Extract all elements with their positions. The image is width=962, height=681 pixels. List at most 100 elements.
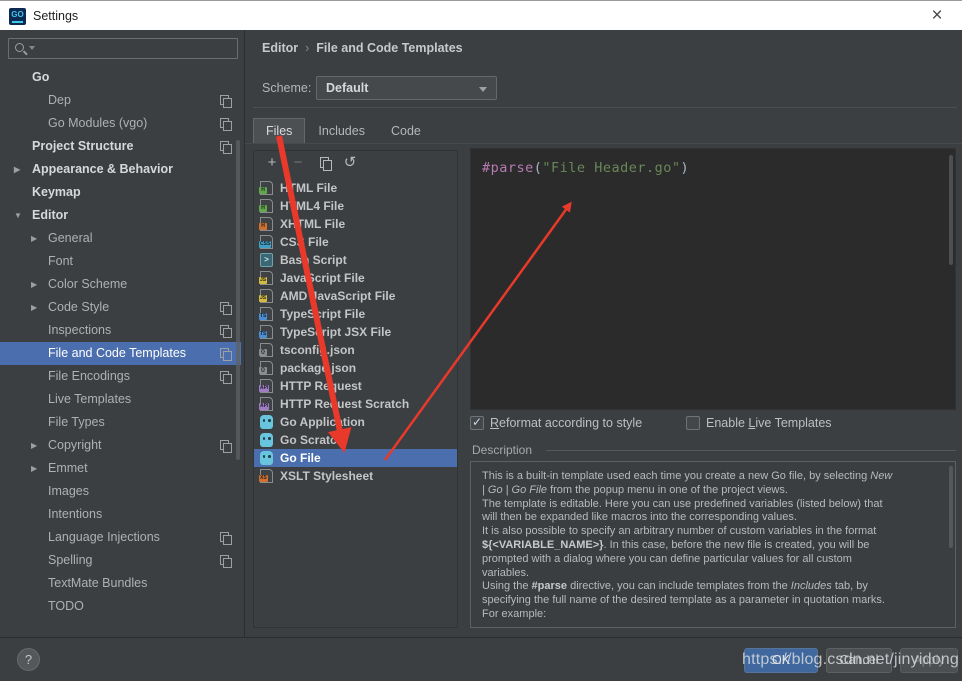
template-item-go-scratch[interactable]: Go Scratch (254, 431, 457, 449)
chevron-right-icon[interactable]: ▶ (31, 457, 37, 480)
settings-sidebar: GoDepGo Modules (vgo)Project Structure▶A… (0, 30, 245, 637)
main-panel: Editor›File and Code Templates Scheme: D… (245, 30, 962, 637)
sidebar-item-project-structure[interactable]: Project Structure (0, 135, 241, 158)
sidebar-item-code-style[interactable]: ▶Code Style (0, 296, 241, 319)
template-item-label: HTML File (280, 179, 337, 197)
sidebar-item-label: Color Scheme (48, 273, 127, 296)
breadcrumb-separator: › (298, 41, 316, 55)
template-item-go-application[interactable]: Go Application (254, 413, 457, 431)
sidebar-item-label: File Types (48, 411, 105, 434)
chevron-right-icon[interactable]: ▶ (31, 227, 37, 250)
breadcrumb-editor[interactable]: Editor (262, 41, 298, 55)
sidebar-item-font[interactable]: Font (0, 250, 241, 273)
chevron-right-icon[interactable]: ▶ (31, 273, 37, 296)
template-item-css-file[interactable]: CSSCSS File (254, 233, 457, 251)
sidebar-item-color-scheme[interactable]: ▶ Color Scheme (0, 273, 241, 296)
file-type-icon: JS (260, 289, 273, 303)
file-type-badge: TS (259, 313, 267, 320)
sidebar-item-appearance-behavior[interactable]: ▶Appearance & Behavior (0, 158, 241, 181)
file-type-badge: {} (259, 349, 267, 356)
separator (253, 107, 957, 108)
sidebar-item-go-modules-vgo-[interactable]: Go Modules (vgo) (0, 112, 241, 135)
chevron-right-icon[interactable]: ▶ (31, 434, 37, 457)
chevron-right-icon[interactable]: ▶ (31, 296, 37, 319)
template-item-label: HTML4 File (280, 197, 344, 215)
template-item-http-request-scratch[interactable]: APIHTTP Request Scratch (254, 395, 457, 413)
sidebar-item-spelling[interactable]: Spelling (0, 549, 241, 572)
sidebar-item-keymap[interactable]: Keymap (0, 181, 241, 204)
copy-template-icon[interactable] (320, 157, 331, 169)
chevron-down-icon[interactable]: ▼ (14, 204, 22, 227)
watermark-text: https://blog.csdn.net/jinyidong (742, 651, 959, 669)
sidebar-item-label: Editor (32, 204, 68, 227)
close-icon[interactable]: × (924, 3, 950, 29)
sidebar-item-go[interactable]: Go (0, 66, 241, 89)
sidebar-item-intentions[interactable]: Intentions (0, 503, 241, 526)
shared-settings-icon (220, 141, 231, 153)
template-item-package-json[interactable]: {}package.json (254, 359, 457, 377)
remove-template-icon[interactable]: − (288, 151, 308, 175)
template-item-xslt-stylesheet[interactable]: XSXSLT Stylesheet (254, 467, 457, 485)
sidebar-item-file-and-code-templates[interactable]: File and Code Templates (0, 342, 241, 365)
template-item-label: HTTP Request Scratch (280, 395, 409, 413)
description-line: This is a built-in template used each ti… (482, 470, 938, 484)
template-tabs: FilesIncludesCode (253, 118, 434, 143)
description-title: Description (472, 443, 532, 457)
sidebar-item-live-templates[interactable]: Live Templates (0, 388, 241, 411)
description-line: will then be expanded like macros into t… (482, 511, 938, 525)
add-template-icon[interactable]: + (262, 151, 282, 175)
template-item-javascript-file[interactable]: JSJavaScript File (254, 269, 457, 287)
sidebar-item-label: Live Templates (48, 388, 131, 411)
template-item-xhtml-file[interactable]: HXHTML File (254, 215, 457, 233)
window-title: Settings (33, 9, 78, 23)
description-line: It is also possible to specify an arbitr… (482, 525, 938, 539)
template-editor[interactable]: #parse("File Header.go") (470, 148, 956, 410)
template-item-label: tsconfig.json (280, 341, 355, 359)
checkbox-unchecked-icon[interactable] (686, 416, 700, 430)
settings-tree: GoDepGo Modules (vgo)Project Structure▶A… (0, 66, 241, 637)
template-item-html-file[interactable]: HHTML File (254, 179, 457, 197)
sidebar-item-general[interactable]: ▶General (0, 227, 241, 250)
template-item-label: Bash Script (280, 251, 347, 269)
sidebar-item-emmet[interactable]: ▶Emmet (0, 457, 241, 480)
template-item-typescript-file[interactable]: TSTypeScript File (254, 305, 457, 323)
chevron-right-icon[interactable]: ▶ (14, 158, 20, 181)
sidebar-item-inspections[interactable]: Inspections (0, 319, 241, 342)
tab-code[interactable]: Code (378, 118, 434, 143)
sidebar-item-dep[interactable]: Dep (0, 89, 241, 112)
template-item-label: AMD JavaScript File (280, 287, 395, 305)
template-item-tsconfig-json[interactable]: {} tsconfig.json (254, 341, 457, 359)
template-item-html4-file[interactable]: HHTML4 File (254, 197, 457, 215)
sidebar-item-copyright[interactable]: ▶Copyright (0, 434, 241, 457)
description-line: ${<VARIABLE_NAME>}. In this case, before… (482, 539, 938, 553)
reset-template-icon[interactable]: ↺ (340, 151, 360, 175)
template-item-go-file[interactable]: Go File (254, 449, 457, 467)
editor-scrollbar[interactable] (949, 155, 953, 265)
sidebar-item-file-types[interactable]: File Types (0, 411, 241, 434)
tab-files[interactable]: Files (253, 118, 305, 143)
sidebar-item-images[interactable]: Images (0, 480, 241, 503)
scheme-dropdown[interactable]: Default (316, 76, 497, 100)
checkbox-checked-icon[interactable] (470, 416, 484, 430)
template-list-panel: +−↺ HHTML FileHHTML4 FileHXHTML FileCSSC… (253, 150, 458, 628)
sidebar-item-textmate-bundles[interactable]: TextMate Bundles (0, 572, 241, 595)
template-code: #parse("File Header.go") (482, 160, 689, 176)
description-scrollbar[interactable] (949, 466, 953, 548)
sidebar-item-file-encodings[interactable]: File Encodings (0, 365, 241, 388)
template-item-typescript-jsx-file[interactable]: TSTypeScript JSX File (254, 323, 457, 341)
sidebar-item-todo[interactable]: TODO (0, 595, 241, 618)
help-button[interactable]: ? (17, 648, 40, 671)
sidebar-item-editor[interactable]: ▼ Editor (0, 204, 241, 227)
sidebar-item-language-injections[interactable]: Language Injections (0, 526, 241, 549)
search-input[interactable] (8, 38, 238, 59)
template-item-label: XHTML File (280, 215, 345, 233)
file-type-icon: CSS (260, 235, 273, 249)
template-item-http-request[interactable]: APIHTTP Request (254, 377, 457, 395)
file-type-icon: TS (260, 307, 273, 321)
sidebar-scrollbar[interactable] (236, 140, 240, 460)
sidebar-item-label: Project Structure (32, 135, 133, 158)
template-item-amd-javascript-file[interactable]: JS AMD JavaScript File (254, 287, 457, 305)
template-list: HHTML FileHHTML4 FileHXHTML FileCSSCSS F… (254, 179, 457, 485)
tab-includes[interactable]: Includes (305, 118, 378, 143)
template-item-bash-script[interactable]: >Bash Script (254, 251, 457, 269)
